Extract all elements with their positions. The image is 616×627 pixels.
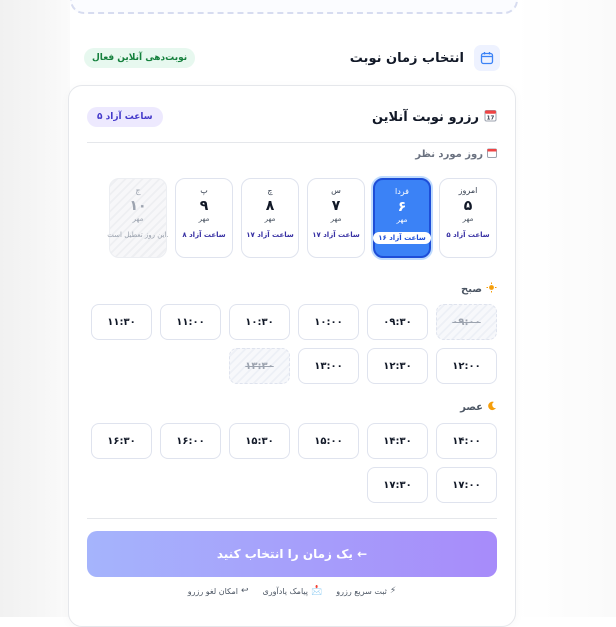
afternoon-slots: ۱۴:۰۰ ۱۴:۳۰ ۱۵:۰۰ ۱۵:۳۰ ۱۶:۰۰ ۱۶:۳۰ ۱۷:۰… (87, 423, 497, 503)
day-number: ۹ (199, 198, 209, 214)
svg-text:17: 17 (487, 115, 495, 121)
day-month: مهر (462, 215, 474, 223)
day-number: ۶ (397, 199, 407, 215)
feature-quick-booking: ⚡ ثبت سریع رزرو (336, 586, 396, 596)
day-label-text: روز مورد نظر (415, 149, 483, 160)
time-slot[interactable]: ۱۱:۳۰ (91, 304, 152, 340)
day-free-hours: ۱۶ ساعت آزاد (373, 232, 431, 244)
booking-card: 17 رزرو نوبت آنلاین ۵ ساعت آزاد روز مورد… (68, 85, 516, 627)
online-active-badge: نوبت‌دهی آنلاین فعال (84, 48, 196, 68)
time-slot[interactable]: ۰۹:۳۰ (367, 304, 428, 340)
day-month: مهر (330, 215, 342, 223)
free-hours-badge: ۵ ساعت آزاد (87, 107, 163, 127)
time-slot[interactable]: ۱۶:۳۰ (91, 423, 152, 459)
day-wednesday[interactable]: چ ۸ مهر ۱۷ ساعت آزاد (241, 178, 299, 258)
card-header: 17 رزرو نوبت آنلاین ۵ ساعت آزاد (87, 100, 497, 143)
day-number: ۵ (463, 198, 473, 214)
afternoon-label: عصر (460, 401, 497, 414)
feature-label: امکان لغو رزرو (187, 586, 238, 596)
time-slot[interactable]: ۱۷:۳۰ (367, 467, 428, 503)
time-slot[interactable]: ۱۲:۰۰ (436, 348, 497, 384)
time-slot[interactable]: ۱۳:۰۰ (298, 348, 359, 384)
day-free-hours: ۱۷ ساعت آزاد (312, 231, 360, 239)
day-name: امروز (458, 186, 478, 195)
previous-section-edge (70, 0, 518, 14)
time-slot-disabled: ۰۹:۰۰ (436, 304, 497, 340)
feature-cancel-booking: ↩ امکان لغو رزرو (188, 586, 249, 596)
lightning-icon: ⚡ (389, 586, 397, 596)
time-slot[interactable]: ۱۰:۳۰ (229, 304, 290, 340)
day-picker: امروز ۵ مهر ۵ ساعت آزاد فردا ۶ مهر ۱۶ سا… (107, 178, 497, 258)
moon-icon (487, 401, 497, 414)
morning-slots: ۰۹:۰۰ ۰۹:۳۰ ۱۰:۰۰ ۱۰:۳۰ ۱۱:۰۰ ۱۱:۳۰ ۱۲:۰… (87, 304, 497, 384)
feature-label: پیامک یادآوری (262, 586, 309, 596)
feature-label: ثبت سریع رزرو (336, 586, 387, 596)
day-free-hours: ۵ ساعت آزاد (446, 231, 490, 239)
day-closed-note: این روز تعطیل است. (107, 231, 169, 239)
day-name: ج (135, 186, 141, 195)
day-number: ۱۰ (129, 198, 147, 214)
day-thursday[interactable]: پ ۹ مهر ۸ ساعت آزاد (175, 178, 233, 258)
time-slot[interactable]: ۱۰:۰۰ (298, 304, 359, 340)
select-time-button[interactable]: یک زمان را انتخاب کنید ← (87, 531, 497, 577)
time-slot[interactable]: ۱۶:۰۰ (160, 423, 221, 459)
day-month: مهر (198, 215, 210, 223)
time-slot[interactable]: ۱۴:۰۰ (436, 423, 497, 459)
day-month: مهر (396, 216, 408, 224)
day-label: روز مورد نظر (415, 148, 497, 161)
background-right (516, 0, 616, 617)
envelope-icon: 📩 (311, 586, 323, 596)
day-number: ۸ (265, 198, 275, 214)
day-name: س (331, 186, 341, 195)
calendar-small-icon (487, 148, 497, 161)
calendar-17-icon: 17 (484, 109, 497, 126)
day-name: فردا (394, 187, 410, 196)
sun-icon (486, 282, 497, 296)
undo-icon: ↩ (240, 586, 249, 596)
day-today[interactable]: امروز ۵ مهر ۵ ساعت آزاد (439, 178, 497, 258)
day-number: ۷ (331, 198, 341, 214)
day-month: مهر (132, 215, 144, 223)
section-title: انتخاب زمان نوبت (349, 50, 464, 66)
time-slot[interactable]: ۱۵:۳۰ (229, 423, 290, 459)
day-name: چ (267, 186, 273, 195)
day-free-hours: ۸ ساعت آزاد (182, 231, 226, 239)
time-slot[interactable]: ۱۷:۰۰ (436, 467, 497, 503)
time-slot[interactable]: ۱۲:۳۰ (367, 348, 428, 384)
time-slot[interactable]: ۱۱:۰۰ (160, 304, 221, 340)
day-name: پ (200, 186, 208, 195)
afternoon-label-text: عصر (460, 402, 483, 413)
morning-label-text: صبح (461, 283, 482, 295)
section-header: انتخاب زمان نوبت نوبت‌دهی آنلاین فعال (70, 40, 514, 76)
time-slot[interactable]: ۱۵:۰۰ (298, 423, 359, 459)
day-tomorrow-selected[interactable]: فردا ۶ مهر ۱۶ ساعت آزاد (373, 178, 431, 258)
background-left (0, 0, 70, 617)
card-title-text: رزرو نوبت آنلاین (371, 109, 479, 125)
card-title: 17 رزرو نوبت آنلاین (372, 109, 497, 126)
divider (87, 518, 497, 519)
time-slot-disabled: ۱۳:۳۰ (229, 348, 290, 384)
feature-list: ⚡ ثبت سریع رزرو 📩 پیامک یادآوری ↩ امکان … (87, 586, 497, 596)
feature-sms-reminder: 📩 پیامک یادآوری (263, 586, 323, 596)
calendar-icon (474, 45, 500, 71)
morning-label: صبح (461, 282, 497, 296)
day-free-hours: ۱۷ ساعت آزاد (246, 231, 294, 239)
day-month: مهر (264, 215, 276, 223)
day-tuesday[interactable]: س ۷ مهر ۱۷ ساعت آزاد (307, 178, 365, 258)
time-slot[interactable]: ۱۴:۳۰ (367, 423, 428, 459)
day-friday-closed: ج ۱۰ مهر این روز تعطیل است. (107, 178, 169, 258)
